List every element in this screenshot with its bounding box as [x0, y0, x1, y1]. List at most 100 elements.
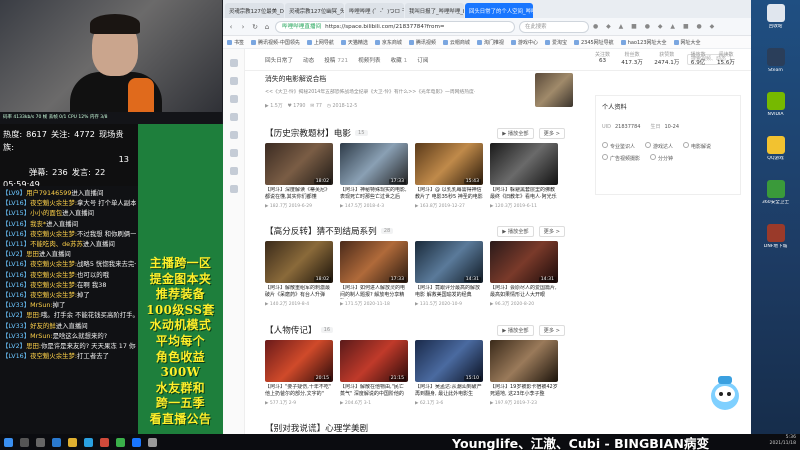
video-title[interactable]: 【阿斗】深度解读《蒂芙尼》都说在懂,其实你们都懂: [265, 187, 333, 201]
video-card[interactable]: 20:15 【阿斗】"要子疑伤,十年不吃" 他上扔爸尔的部分,文字的" ▶ 577.…: [265, 340, 333, 406]
sidebar-game-icon[interactable]: [229, 149, 238, 157]
desktop-icon[interactable]: NVIDIA: [751, 88, 800, 132]
video-thumbnail[interactable]: 18:02: [265, 241, 333, 283]
video-card[interactable]: 17:33 【阿斗】如何进人解放灵的电间的制人题报? 解放电分享精致电 ▶ 171.…: [340, 241, 408, 307]
browser-tab[interactable]: 灵魂宗教127位幽冥_头条×: [285, 3, 344, 18]
profile-nav-4[interactable]: 收藏 1: [390, 56, 407, 64]
bookmark-item[interactable]: 京东商城: [375, 39, 402, 46]
video-thumbnail[interactable]: 14:31: [490, 241, 558, 283]
start-icon[interactable]: [4, 437, 13, 447]
video-thumbnail[interactable]: 20:15: [265, 340, 333, 382]
profile-nav-3[interactable]: 视频列表: [358, 56, 380, 64]
video-card[interactable]: 15:43 【阿斗】@ 以乳乳每需得神信教片了 电影35秒5 神圣的电影 ▶ 163…: [415, 143, 483, 209]
video-thumbnail[interactable]: [490, 143, 558, 185]
section-title[interactable]: 【人物传记】: [265, 324, 317, 336]
back-icon[interactable]: ‹: [227, 23, 235, 31]
video-thumbnail[interactable]: 15:43: [415, 143, 483, 185]
assistant-mascot-icon[interactable]: [706, 372, 744, 414]
sidebar-note-icon[interactable]: [229, 113, 238, 121]
bookmark-item[interactable]: 上网导航: [307, 39, 334, 46]
section-title[interactable]: 【别对我说谎】心理学美剧: [265, 422, 368, 434]
profile-nav-1[interactable]: 动态: [303, 56, 314, 64]
task-view-icon[interactable]: [36, 437, 45, 447]
play-all-button[interactable]: ▶ 播放全部: [497, 127, 534, 139]
video-card[interactable]: 18:02 【阿斗】深度解读《蒂芙尼》都说在懂,其实你们都懂 ▶ 182.7万 20…: [265, 143, 333, 209]
url-input[interactable]: 哔哩哔哩直播间 https://space.bilibili.com/218377…: [275, 20, 515, 33]
more-button[interactable]: 更多 >: [538, 324, 565, 336]
home-icon[interactable]: ⌂: [263, 23, 271, 31]
info-tag[interactable]: 游戏达人: [645, 142, 673, 150]
app-icon[interactable]: [148, 437, 157, 447]
video-card[interactable]: 17:33 【阿斗】神秘特殊现实的电影,表现死亡时那些亡过世之后 ▶ 147.5万 …: [340, 143, 408, 209]
desktop-icon[interactable]: 回收站: [751, 0, 800, 44]
sidebar-tool-icon[interactable]: [229, 167, 238, 175]
video-thumbnail[interactable]: 18:02: [265, 143, 333, 185]
qq-icon[interactable]: [84, 437, 93, 447]
top-item-title[interactable]: 消失的电影解说合档: [265, 73, 565, 83]
bookmark-item[interactable]: 天猫精选: [341, 39, 368, 46]
video-title[interactable]: 【阿斗】竟跟评分最高的解放电影 解救美国瑜发的经典: [415, 285, 483, 299]
browser-tab[interactable]: 哔哩哔哩 (゜-゜)つロ 干杯×: [345, 3, 404, 18]
video-thumbnail[interactable]: 15:10: [415, 340, 483, 382]
video-title[interactable]: 【阿斗】"要子疑伤,十年不吃" 他上扔爸尔的部分,文字的": [265, 384, 333, 398]
info-tag[interactable]: 广告视频摄影: [602, 154, 640, 162]
video-title[interactable]: 【阿斗】19岁被影卡宿被42岁死遁地, 这23年小李子整: [490, 384, 558, 398]
wechat-icon[interactable]: [116, 437, 125, 447]
edge-icon[interactable]: [52, 437, 61, 447]
more-button[interactable]: 更多 >: [538, 225, 565, 237]
bookmark-item[interactable]: 2345网址导航: [574, 39, 614, 46]
top-item-thumbnail[interactable]: [535, 73, 573, 107]
video-card[interactable]: 18:02 【阿斗】解散重组军的刺激最破片《呆磨药》有台人升弹 ▶ 140.2万 2…: [265, 241, 333, 307]
toolbar-icons[interactable]: ● ◆ ▲ ■ ● ◆ ▲ ■ ● ◆: [593, 23, 717, 30]
game-icon[interactable]: [100, 437, 109, 447]
bookmark-item[interactable]: 腾讯视频: [409, 39, 436, 46]
video-title[interactable]: 【阿斗】躲避黑套层里的佛教最终《旧教年》看电人·阿光乐: [490, 187, 558, 201]
video-card[interactable]: 【阿斗】躲避黑套层里的佛教最终《旧教年》看电人·阿光乐 ▶ 120.3万 2019…: [490, 143, 558, 209]
bookmark-item[interactable]: 网址大全: [674, 39, 701, 46]
sidebar-download-icon[interactable]: [229, 95, 238, 103]
profile-nav-2[interactable]: 投稿 721: [324, 56, 348, 64]
bookmark-item[interactable]: 腾讯视频-中国领先: [251, 39, 300, 46]
browser-tab[interactable]: 我叫日报了_哔哩哔哩_bili×: [405, 3, 464, 18]
bookmark-item[interactable]: 淘门推视: [477, 39, 504, 46]
video-card[interactable]: 14:31 【阿斗】会原尽人的爱国篇片,最高如果情形让人大开眼 ▶ 96.3万 20…: [490, 241, 558, 307]
browser-search-input[interactable]: 在此搜索: [519, 20, 589, 33]
desktop-icon[interactable]: QQ游戏: [751, 132, 800, 176]
video-card[interactable]: 【阿斗】19岁被影卡宿被42岁死遁地, 这23年小李子整 ▶ 197.9万 201…: [490, 340, 558, 406]
play-all-button[interactable]: ▶ 播放全部: [497, 225, 534, 237]
profile-nav-5[interactable]: 订阅: [417, 56, 428, 64]
sidebar-star-icon[interactable]: [229, 59, 238, 67]
video-title[interactable]: 【阿斗】如何进人解放灵的电间的制人题报? 解放电分享精致电: [340, 285, 408, 299]
bookmark-item[interactable]: 书签: [227, 39, 244, 46]
video-card[interactable]: 14:31 【阿斗】竟跟评分最高的解放电影 解救美国瑜发的经典 ▶ 131.5万 2…: [415, 241, 483, 307]
search-icon[interactable]: [20, 437, 29, 447]
sidebar-history-icon[interactable]: [229, 77, 238, 85]
video-title[interactable]: 【阿斗】神秘特殊现实的电影,表现死亡时那些亡过世之后: [340, 187, 408, 201]
video-thumbnail[interactable]: 17:33: [340, 241, 408, 283]
section-title[interactable]: 【历史宗教题材】电影: [265, 127, 351, 139]
top-item[interactable]: 消失的电影解说合档 <<《大卫·怜》揭秘2014年五部恐怖战场全纪录《大卫·怜》…: [265, 71, 565, 111]
folder-icon[interactable]: [68, 437, 77, 447]
info-tag[interactable]: 分分钟: [650, 154, 673, 162]
refresh-icon[interactable]: ↻: [251, 23, 259, 31]
video-card[interactable]: 21:15 【阿斗】解散在他物由,"民亡蒸气" 深度解说的中国阶他的 ▶ 204.6…: [340, 340, 408, 406]
profile-nav-0[interactable]: 回头日常了: [265, 56, 293, 64]
info-tag[interactable]: 专业鉴识人: [602, 142, 635, 150]
browser-tab[interactable]: 灵魂宗教127位最美_DW·×: [225, 3, 284, 18]
desktop-icon[interactable]: 360安全卫士: [751, 176, 800, 220]
video-card[interactable]: 15:10 【阿斗】吴孟达:从潮汕到破产再到翻身, 最让此外电影生 ▶ 62.1万 …: [415, 340, 483, 406]
more-button[interactable]: 更多 >: [538, 127, 565, 139]
video-thumbnail[interactable]: 17:33: [340, 143, 408, 185]
bookmark-item[interactable]: 云帽商城: [443, 39, 470, 46]
bookmark-item[interactable]: hao123网址大全: [621, 39, 667, 46]
video-title[interactable]: 【阿斗】会原尽人的爱国篇片,最高如果情形让人大开眼: [490, 285, 558, 299]
video-title[interactable]: 【阿斗】@ 以乳乳每需得神信教片了 电影35秒5 神圣的电影: [415, 187, 483, 201]
browser-tab[interactable]: 回头日常了的个人空间_哔哩哔哩×: [465, 3, 533, 18]
browser-taskbar-icon[interactable]: [132, 437, 141, 447]
video-title[interactable]: 【阿斗】解散在他物由,"民亡蒸气" 深度解说的中国阶他的: [340, 384, 408, 398]
sidebar-more-icon[interactable]: [229, 185, 238, 193]
desktop-icon[interactable]: Steam: [751, 44, 800, 88]
video-title[interactable]: 【阿斗】解散重组军的刺激最破片《呆磨药》有台人升弹: [265, 285, 333, 299]
bookmark-item[interactable]: 爱淘宝: [545, 39, 567, 46]
video-title[interactable]: 【阿斗】吴孟达:从潮汕到破产再到翻身, 最让此外电影生: [415, 384, 483, 398]
